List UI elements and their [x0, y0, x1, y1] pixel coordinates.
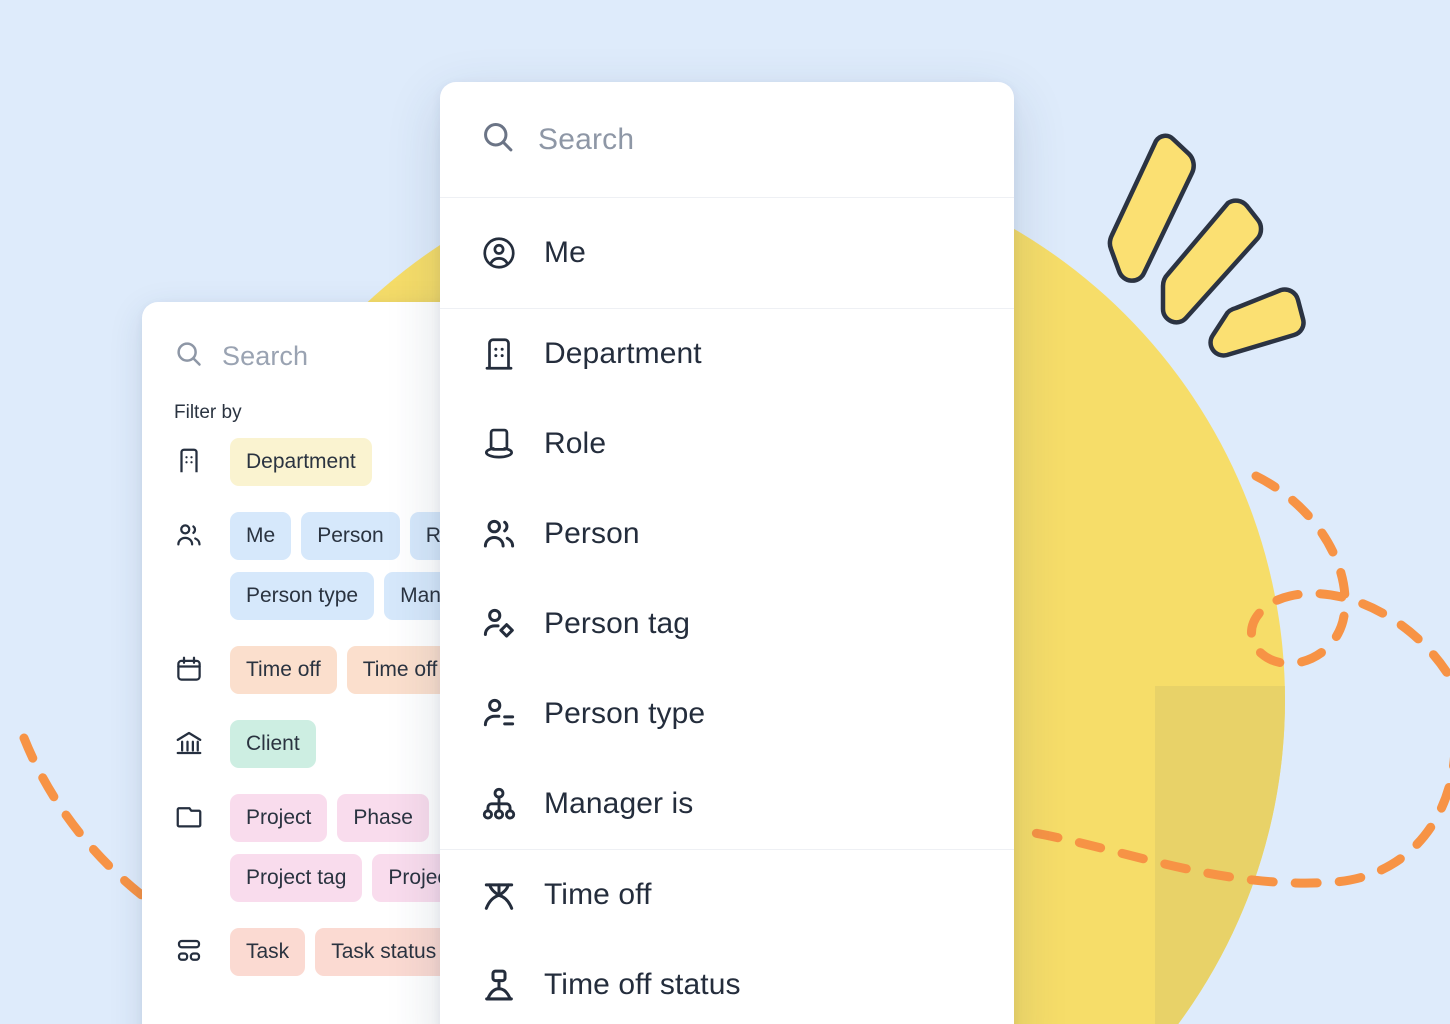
org-chart-icon	[480, 785, 518, 823]
menu-group-time-off: Time off Time off status	[440, 849, 1014, 1024]
dashed-loop-lower	[1010, 755, 1450, 888]
tasks-icon	[174, 936, 206, 968]
filter-chip[interactable]: Client	[230, 720, 316, 768]
menu-item-label: Time off status	[544, 968, 741, 1001]
menu-item-person-tag[interactable]: Person tag	[440, 579, 1014, 669]
menu-item-label: Time off	[544, 878, 652, 911]
menu-item-label: Person type	[544, 697, 706, 730]
person-type-icon	[480, 695, 518, 733]
filter-chip[interactable]: Me	[230, 512, 292, 560]
filter-search-placeholder: Search	[222, 340, 309, 371]
menu-search[interactable]: Search	[440, 82, 1014, 198]
menu-item-me[interactable]: Me	[440, 198, 1014, 308]
building-icon	[174, 446, 206, 478]
time-off-status-icon	[480, 966, 518, 1004]
people-icon	[480, 515, 518, 553]
menu-item-label: Person	[544, 517, 640, 550]
menu-item-department[interactable]: Department	[440, 309, 1014, 399]
people-icon	[174, 520, 206, 552]
yellow-overlay-rect	[1155, 686, 1285, 1024]
menu-item-label: Manager is	[544, 787, 694, 820]
search-icon	[480, 119, 516, 160]
menu-item-label: Role	[544, 427, 607, 460]
filter-chip[interactable]: Project tag	[230, 854, 363, 902]
menu-item-time-off-status[interactable]: Time off status	[440, 940, 1014, 1024]
calendar-icon	[174, 654, 206, 686]
filter-chip[interactable]: Task	[230, 928, 306, 976]
spark-icon-2	[1160, 198, 1264, 325]
menu-item-label: Department	[544, 337, 702, 370]
menu-item-role[interactable]: Role	[440, 399, 1014, 489]
spark-icon-1	[1107, 133, 1196, 283]
menu-group-people: Department Role Person Person tag Person…	[440, 308, 1014, 849]
menu-item-person[interactable]: Person	[440, 489, 1014, 579]
filter-chip[interactable]: Person type	[230, 572, 375, 620]
person-tag-icon	[480, 605, 518, 643]
top-hat-icon	[480, 425, 518, 463]
filter-type-menu: Search Me Department Role Person Person …	[440, 82, 1014, 1024]
menu-item-manager-is[interactable]: Manager is	[440, 759, 1014, 849]
filter-chip[interactable]: Task status	[315, 928, 453, 976]
menu-item-label: Me	[544, 236, 586, 269]
menu-group-me: Me	[440, 198, 1014, 308]
filter-chip[interactable]: Phase	[337, 794, 429, 842]
building-icon	[480, 335, 518, 373]
filter-chip[interactable]: Time off	[230, 646, 337, 694]
folder-icon	[174, 802, 206, 834]
filter-chip[interactable]: Person	[301, 512, 400, 560]
user-circle-icon	[480, 234, 518, 272]
palm-tree-icon	[480, 876, 518, 914]
menu-item-label: Person tag	[544, 607, 691, 640]
menu-search-placeholder: Search	[538, 122, 635, 156]
menu-item-time-off[interactable]: Time off	[440, 850, 1014, 940]
search-icon	[174, 339, 204, 374]
app-canvas: Search Filter by Department Me Person Pe…	[0, 0, 1450, 1024]
spark-icon-3	[1208, 287, 1306, 358]
dashed-loop-upper	[1247, 471, 1450, 687]
filter-chip[interactable]: Department	[230, 438, 372, 486]
menu-item-person-type[interactable]: Person type	[440, 669, 1014, 759]
filter-chip[interactable]: Project	[230, 794, 328, 842]
bank-icon	[174, 728, 206, 760]
